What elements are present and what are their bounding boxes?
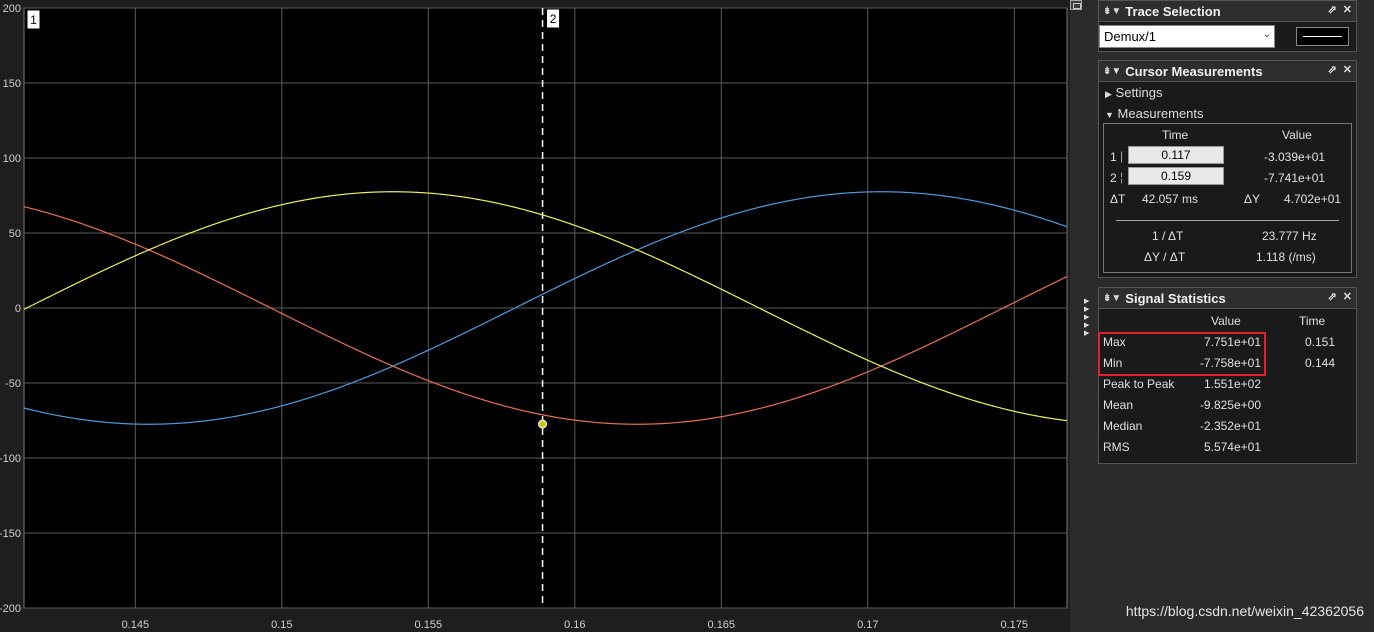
- x-tick-label: 0.17: [857, 619, 878, 631]
- x-tick-label: 0.175: [1000, 619, 1028, 631]
- x-tick-label: 0.15: [271, 619, 292, 631]
- chevron-down-icon[interactable]: ⌄: [1263, 29, 1271, 40]
- cursor2-marker: [538, 419, 548, 429]
- y-tick-label: -100: [0, 453, 21, 465]
- y-tick-label: 150: [3, 78, 21, 90]
- x-tick-label: 0.165: [708, 619, 736, 631]
- stat-time: 0.151: [1305, 335, 1336, 349]
- panel-title: Trace Selection: [1125, 3, 1221, 19]
- panel-menu-icon[interactable]: ⇟▼: [1103, 293, 1121, 304]
- y-tick-label: -50: [5, 378, 21, 390]
- panel-menu-icon[interactable]: ⇟▼: [1103, 6, 1121, 17]
- y-tick-label: 200: [3, 3, 21, 15]
- cursor1-index: 1: [1110, 150, 1117, 164]
- x-tick-label: 0.155: [415, 619, 443, 631]
- cursor2-line-icon: ¦: [1120, 170, 1124, 184]
- trace-selection-header: ⇟▼ Trace Selection ⇗ ✕: [1099, 1, 1356, 22]
- y-tick-label: 0: [15, 303, 21, 315]
- cursor1-line-icon: |: [1120, 149, 1124, 163]
- cursor1-time-input[interactable]: 0.117: [1128, 146, 1224, 164]
- settings-label: Settings: [1115, 85, 1163, 100]
- cursor-measurements-panel: ⇟▼ Cursor Measurements ⇗ ✕ ▶ Settings ▼ M…: [1098, 60, 1357, 278]
- panel-title: Cursor Measurements: [1125, 63, 1263, 79]
- stat-value: -2.352e+01: [1199, 419, 1261, 433]
- trace-selection-panel: ⇟▼ Trace Selection ⇗ ✕ Demux/1 ⌄: [1098, 0, 1357, 52]
- cursor2-value: -7.741e+01: [1264, 171, 1326, 185]
- cursor1-tag: 1: [30, 13, 37, 27]
- trace-select-dropdown[interactable]: Demux/1 ⌄: [1099, 25, 1275, 48]
- max-min-highlight: [1098, 332, 1266, 376]
- stat-value: 5.574e+01: [1203, 440, 1261, 454]
- col-value-header: Value: [1211, 314, 1241, 328]
- cursor2-time-input[interactable]: 0.159: [1128, 167, 1224, 185]
- panel-title: Signal Statistics: [1125, 290, 1226, 306]
- col-time-header: Time: [1162, 128, 1189, 142]
- scope-plot-svg[interactable]: 200 150 100 50 0 -50 -100 -150 -200 0.145 0.15 0.15…: [0, 0, 1070, 632]
- delta-y-value: 4.702e+01: [1284, 192, 1342, 206]
- collapse-arrow-icon: ▼: [1105, 110, 1114, 120]
- x-tick-label: 0.145: [122, 619, 150, 631]
- watermark: https://blog.csdn.net/weixin_42362056: [1125, 603, 1364, 619]
- y-tick-label: 50: [9, 228, 21, 240]
- y-tick-label: -200: [0, 603, 21, 615]
- close-icon[interactable]: ✕: [1343, 4, 1352, 16]
- undock-icon[interactable]: ⇗: [1328, 64, 1337, 76]
- stat-label: Median: [1103, 419, 1143, 433]
- expand-arrow-icon: ▶: [1105, 89, 1112, 99]
- panel-menu-icon[interactable]: ⇟▼: [1103, 66, 1121, 77]
- undock-icon[interactable]: ⇗: [1328, 291, 1337, 303]
- measurements-table: Time Value 1 | 0.117 -3.039e+01 2 ¦ 0.15…: [1103, 123, 1352, 273]
- line-style-swatch[interactable]: [1296, 27, 1349, 46]
- measurements-toggle[interactable]: ▼ Measurements: [1105, 106, 1204, 121]
- cursor2-index: 2: [1110, 171, 1117, 185]
- dy-dt-value: 1.118 (/ms): [1256, 250, 1316, 264]
- cursor2-tag: 2: [550, 12, 557, 26]
- stat-value: 1.551e+02: [1203, 377, 1261, 391]
- y-tick-label: -150: [0, 528, 21, 540]
- stat-label: Mean: [1103, 398, 1134, 412]
- col-value-header: Value: [1282, 128, 1312, 142]
- delta-y-label: ΔY: [1244, 192, 1261, 206]
- cursor-measurements-header: ⇟▼ Cursor Measurements ⇗ ✕: [1099, 61, 1356, 82]
- close-icon[interactable]: ✕: [1343, 291, 1352, 303]
- measurements-label: Measurements: [1117, 106, 1204, 121]
- inv-delta-t-value: 23.777 Hz: [1262, 229, 1317, 243]
- x-tick-label: 0.16: [564, 619, 585, 631]
- collapse-panel-icon[interactable]: ▶ ▶ ▶ ▶ ▶: [1084, 298, 1094, 338]
- delta-t-value: 42.057 ms: [1142, 192, 1199, 206]
- close-icon[interactable]: ✕: [1343, 64, 1352, 76]
- stat-value: -9.825e+00: [1199, 398, 1261, 412]
- signal-statistics-header: ⇟▼ Signal Statistics ⇗ ✕: [1099, 288, 1356, 309]
- dy-dt-label: ΔY / ΔT: [1144, 250, 1186, 264]
- stat-label: RMS: [1103, 440, 1130, 454]
- trace-select-value: Demux/1: [1104, 29, 1157, 44]
- cursor1-value: -3.039e+01: [1264, 150, 1326, 164]
- settings-toggle[interactable]: ▶ Settings: [1105, 85, 1163, 100]
- y-tick-label: 100: [3, 153, 21, 165]
- inv-delta-t-label: 1 / ΔT: [1152, 229, 1184, 243]
- scope-plot[interactable]: 200 150 100 50 0 -50 -100 -150 -200 0.145 0.15 0.15…: [0, 0, 1070, 632]
- stat-time: 0.144: [1305, 356, 1336, 370]
- col-time-header: Time: [1299, 314, 1326, 328]
- undock-icon[interactable]: ⇗: [1328, 4, 1337, 16]
- stat-label: Peak to Peak: [1103, 377, 1175, 391]
- divider: [1116, 220, 1339, 221]
- undock-icon[interactable]: [1070, 0, 1082, 10]
- delta-t-label: ΔT: [1110, 192, 1126, 206]
